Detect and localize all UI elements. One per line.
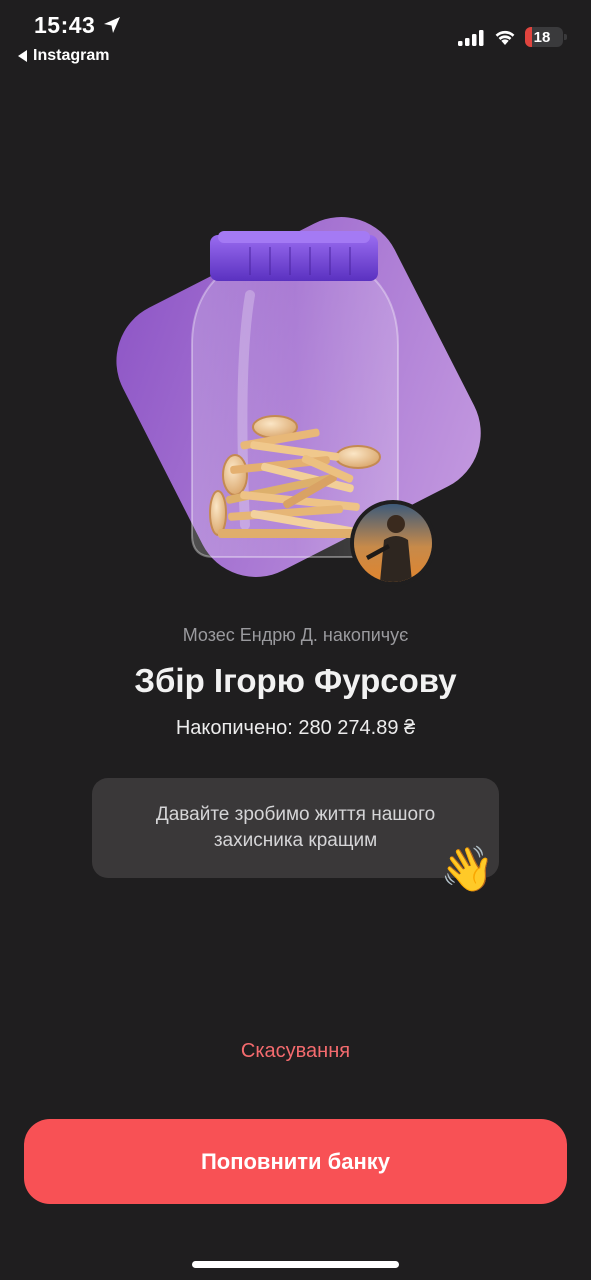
wifi-icon <box>495 30 515 45</box>
status-time: 15:43 <box>34 12 96 38</box>
back-triangle-icon <box>18 50 27 62</box>
jar-illustration <box>116 217 481 577</box>
status-bar: 15:43 Instagram 18 <box>0 0 591 80</box>
topup-jar-button[interactable]: Поповнити банку <box>24 1119 567 1204</box>
cellular-signal-icon <box>458 30 484 46</box>
jar-accumulated-amount: Накопичено: 280 274.89 ₴ <box>175 717 416 739</box>
location-arrow-icon <box>104 17 120 33</box>
back-to-app-link[interactable]: Instagram <box>18 47 109 65</box>
battery-indicator: 18 <box>525 27 567 47</box>
avatar-photo <box>354 504 432 582</box>
battery-percent: 18 <box>533 28 551 46</box>
owner-avatar <box>350 500 436 586</box>
jar-description-card: Давайте зробимо життя нашого захисника к… <box>92 778 499 878</box>
home-indicator[interactable] <box>192 1261 399 1268</box>
jar-title: Збір Ігорю Фурсову <box>134 662 457 699</box>
waving-hand-icon: 👋 <box>440 845 495 894</box>
jar-owner-text: Мозес Ендрю Д. накопичує <box>182 625 409 645</box>
back-app-label: Instagram <box>33 47 110 64</box>
jar-description-text: Давайте зробимо життя нашого захисника к… <box>155 804 436 851</box>
cancel-link[interactable]: Скасування <box>0 1040 591 1063</box>
